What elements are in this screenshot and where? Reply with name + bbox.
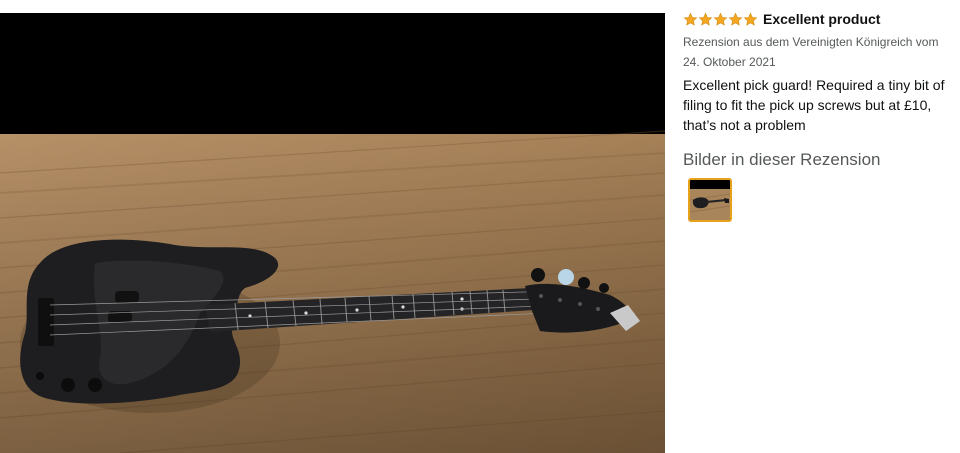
bass-guitar-photo	[0, 13, 665, 453]
star-icon	[683, 12, 698, 26]
review-images-heading: Bilder in dieser Rezension	[683, 150, 881, 169]
review-meta: Rezension aus dem Vereinigten Königreich…	[683, 35, 939, 69]
star-rating	[683, 12, 758, 27]
review-panel: Excellent product Rezension aus dem Vere…	[683, 10, 955, 222]
review-viewer: Excellent product Rezension aus dem Vere…	[0, 0, 960, 453]
review-image-main	[0, 13, 665, 453]
review-title: Excellent product	[763, 11, 881, 27]
review-header: Excellent product	[683, 10, 955, 28]
review-image-thumbnail[interactable]	[688, 178, 732, 222]
star-icon	[713, 12, 728, 26]
review-text: Excellent pick guard! Required a tiny bi…	[683, 77, 945, 133]
bass-guitar-thumbnail	[690, 180, 730, 220]
star-icon	[728, 12, 743, 26]
star-icon	[698, 12, 713, 26]
star-icon	[743, 12, 758, 26]
